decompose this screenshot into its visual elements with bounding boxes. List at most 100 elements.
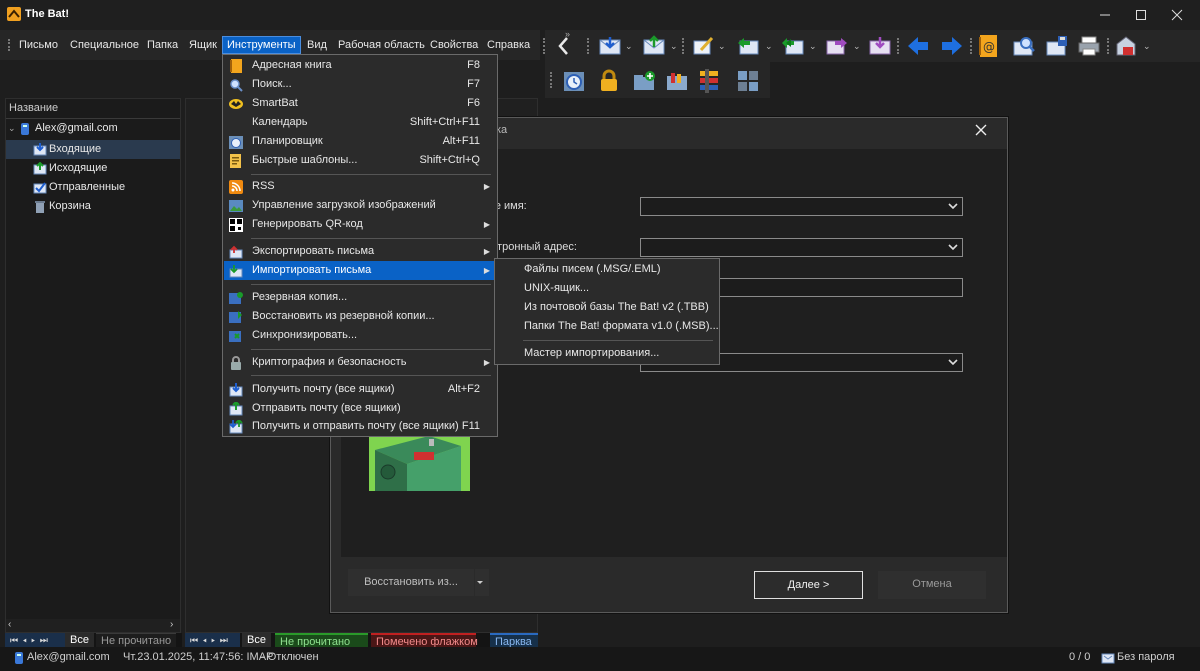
restore-icon: [229, 310, 243, 324]
import-tbb[interactable]: Из почтовой базы The Bat! v2 (.TBB): [496, 298, 718, 317]
menu-rss[interactable]: RSS ▶: [224, 177, 496, 196]
menu-send-mail-all[interactable]: Отправить почту (все ящики): [224, 399, 496, 418]
account-icon: [14, 651, 24, 665]
lock-icon[interactable]: [596, 68, 622, 94]
folder-trash[interactable]: Корзина: [6, 197, 180, 216]
scheduler-icon[interactable]: [561, 68, 587, 94]
collapse-icon[interactable]: ⌄: [8, 119, 16, 138]
folder-properties-icon[interactable]: [664, 68, 690, 94]
restore-from-button[interactable]: Восстановить из...: [348, 569, 474, 596]
menu-import-messages[interactable]: Импортировать письма ▶: [224, 261, 496, 280]
import-unix-mailbox[interactable]: UNIX-ящик...: [496, 279, 718, 298]
menu-search[interactable]: Поиск... F7: [224, 75, 496, 94]
menu-folder[interactable]: Папка: [143, 37, 182, 53]
next-arrow-icon[interactable]: [939, 33, 965, 59]
new-message-dropdown[interactable]: ⌄: [718, 41, 726, 52]
mailbox-properties-icon[interactable]: [1113, 33, 1139, 59]
menu-restore-backup[interactable]: Восстановить из резервной копии...: [224, 307, 496, 326]
tab-nav-icons[interactable]: ⏮ ◂ ▸ ⏭: [185, 633, 240, 647]
scroll-left-icon[interactable]: ‹: [8, 619, 11, 630]
menu-calendar[interactable]: Календарь Shift+Ctrl+F11: [224, 113, 496, 132]
address-book-icon[interactable]: @: [975, 33, 1001, 59]
menu-address-book[interactable]: Адресная книга F8: [224, 56, 496, 75]
folder-sent[interactable]: Отправленные: [6, 178, 180, 197]
cancel-button[interactable]: Отмена: [878, 571, 986, 599]
folder-horizontal-scrollbar[interactable]: ‹ ›: [6, 619, 180, 632]
menu-view[interactable]: Вид: [303, 37, 331, 53]
email-label: ектронный адрес:: [486, 241, 577, 253]
menu-synchronize[interactable]: Синхронизировать...: [224, 326, 496, 345]
toolbar-grip[interactable]: [550, 72, 552, 88]
toolbar-separator: [1107, 38, 1109, 54]
get-mail-dropdown[interactable]: ⌄: [625, 41, 633, 52]
menu-properties[interactable]: Свойства: [426, 37, 482, 53]
menu-export-messages[interactable]: Экспортировать письма ▶: [224, 242, 496, 261]
send-mail-icon[interactable]: [641, 33, 667, 59]
save-mail-icon[interactable]: [1044, 33, 1070, 59]
restore-dropdown-button[interactable]: [475, 569, 489, 596]
menu-scheduler[interactable]: Планировщик Alt+F11: [224, 132, 496, 151]
forward-dropdown[interactable]: ⌄: [853, 41, 861, 52]
account-node[interactable]: ⌄ Alex@gmail.com: [6, 119, 180, 138]
menu-tools[interactable]: Инструменты: [222, 36, 301, 54]
menu-image-loading[interactable]: Управление загрузкой изображений: [224, 196, 496, 215]
window-title: The Bat!: [25, 8, 69, 20]
print-icon[interactable]: [1076, 33, 1102, 59]
submenu-arrow-icon: ▶: [483, 220, 490, 229]
menu-special[interactable]: Специальное: [66, 37, 143, 53]
mailbox-properties-dropdown[interactable]: ⌄: [1143, 41, 1151, 52]
dialog-close-icon[interactable]: [975, 124, 987, 136]
close-window-button[interactable]: [1154, 0, 1200, 30]
previous-arrow-icon[interactable]: [905, 33, 931, 59]
chevron-down-icon[interactable]: [945, 240, 960, 255]
tab-all[interactable]: Все: [242, 633, 271, 647]
send-mail-dropdown[interactable]: ⌄: [670, 41, 678, 52]
tab-unread[interactable]: Не прочитано: [96, 633, 177, 647]
folder-column-header[interactable]: Название: [9, 102, 58, 114]
folder-outbox[interactable]: Исходящие: [6, 159, 180, 178]
menu-generate-qr[interactable]: Генерировать QR-код ▶: [224, 215, 496, 234]
toolbar-grip[interactable]: [543, 38, 545, 54]
reply-icon[interactable]: [735, 33, 761, 59]
tab-flagged[interactable]: Помечено флажком: [371, 633, 478, 648]
menu-backup[interactable]: Резервная копия...: [224, 288, 496, 307]
menu-box[interactable]: Ящик: [185, 37, 221, 53]
menubar-grip[interactable]: [8, 39, 10, 51]
name-combobox[interactable]: [640, 197, 963, 216]
menu-letter[interactable]: Письмо: [15, 37, 62, 53]
menu-smartbat[interactable]: SmartBat F6: [224, 94, 496, 113]
tab-unread[interactable]: Не прочитано: [275, 633, 368, 648]
next-button[interactable]: Далее >: [754, 571, 863, 599]
menu-crypto-security[interactable]: Криптография и безопасность ▶: [224, 353, 496, 372]
export-icon: [229, 245, 243, 259]
new-message-icon[interactable]: [690, 33, 716, 59]
import-msg-eml[interactable]: Файлы писем (.MSG/.EML): [496, 260, 718, 279]
get-mail-icon[interactable]: [597, 33, 623, 59]
import-wizard[interactable]: Мастер импортирования...: [496, 344, 718, 363]
scroll-right-icon[interactable]: ›: [170, 619, 173, 630]
back-chevron-icon[interactable]: [550, 33, 576, 59]
reply-all-dropdown[interactable]: ⌄: [809, 41, 817, 52]
email-combobox[interactable]: [640, 238, 963, 257]
folder-label: Корзина: [49, 200, 91, 212]
redirect-icon[interactable]: [867, 33, 893, 59]
forward-icon[interactable]: [824, 33, 850, 59]
menu-quick-templates[interactable]: Быстрые шаблоны... Shift+Ctrl+Q: [224, 151, 496, 170]
import-msb[interactable]: Папки The Bat! формата v1.0 (.MSB)...: [496, 317, 719, 336]
chevron-down-icon[interactable]: [945, 355, 960, 370]
tab-parked[interactable]: Парква: [490, 633, 538, 647]
reply-dropdown[interactable]: ⌄: [765, 41, 773, 52]
folder-inbox[interactable]: Входящие: [6, 140, 180, 159]
menu-get-mail-all[interactable]: Получить почту (все ящики) Alt+F2: [224, 380, 496, 399]
new-folder-icon[interactable]: [631, 68, 657, 94]
filters-icon[interactable]: [696, 68, 722, 94]
search-mail-icon[interactable]: [1011, 33, 1037, 59]
tab-all[interactable]: Все: [65, 633, 94, 647]
menu-get-send-mail-all[interactable]: Получить и отправить почту (все ящики) F1…: [224, 417, 496, 436]
sorting-office-icon[interactable]: [735, 68, 761, 94]
menu-help[interactable]: Справка: [483, 37, 534, 53]
reply-all-icon[interactable]: [780, 33, 806, 59]
chevron-down-icon[interactable]: [945, 199, 960, 214]
menu-workspace[interactable]: Рабочая область: [334, 37, 429, 53]
tab-nav-icons[interactable]: ⏮ ◂ ▸ ⏭: [5, 633, 65, 647]
